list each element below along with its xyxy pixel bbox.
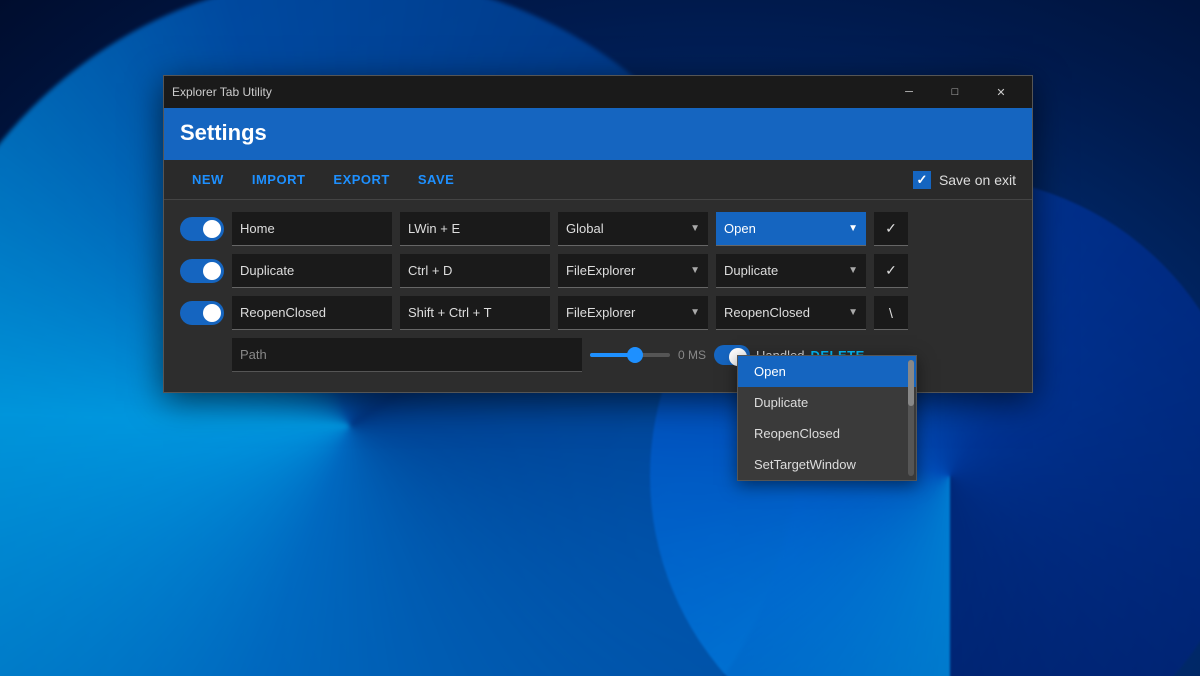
scope-value-1: FileExplorer (566, 263, 635, 278)
toggle-1[interactable] (180, 259, 224, 283)
title-bar: Explorer Tab Utility ─ □ ✕ (164, 76, 1032, 108)
action-dropdown-1[interactable]: Duplicate ▼ (716, 254, 866, 288)
chevron-down-icon: ▼ (848, 223, 858, 234)
save-on-exit-label: Save on exit (939, 172, 1016, 188)
dropdown-item-3[interactable]: SetTargetWindow (738, 449, 916, 480)
scope-value-2: FileExplorer (566, 305, 635, 320)
save-button[interactable]: SAVE (406, 168, 466, 191)
shortcut-row-1: FileExplorer ▼ Duplicate ▼ ✓ (180, 254, 1016, 288)
header-bar: Settings (164, 108, 1032, 160)
dropdown-item-0[interactable]: Open (738, 356, 916, 387)
name-field-1[interactable] (232, 254, 392, 288)
save-on-exit-checkbox[interactable] (913, 171, 931, 189)
window-title: Explorer Tab Utility (172, 85, 886, 99)
delay-slider[interactable] (590, 353, 670, 357)
action-dropdown-menu: Open Duplicate ReopenClosed SetTargetWin… (737, 355, 917, 481)
app-window: Explorer Tab Utility ─ □ ✕ Settings NEW … (163, 75, 1033, 393)
scope-dropdown-0[interactable]: Global ▼ (558, 212, 708, 246)
action-dropdown-0[interactable]: Open ▼ (716, 212, 866, 246)
save-on-exit-container: Save on exit (913, 171, 1016, 189)
path-input[interactable] (232, 338, 582, 372)
shortcut-row-2: FileExplorer ▼ ReopenClosed ▼ \ (180, 296, 1016, 330)
hotkey-field-1[interactable] (400, 254, 550, 288)
slider-fill (590, 353, 630, 357)
page-title: Settings (180, 120, 267, 145)
hotkey-field-2[interactable] (400, 296, 550, 330)
slider-thumb[interactable] (627, 347, 643, 363)
export-button[interactable]: EXPORT (321, 168, 401, 191)
chevron-down-icon: ▼ (690, 265, 700, 276)
scope-dropdown-1[interactable]: FileExplorer ▼ (558, 254, 708, 288)
action-value-1: Duplicate (724, 263, 778, 278)
verify-button-0[interactable]: ✓ (874, 212, 908, 246)
chevron-down-icon: ▼ (690, 307, 700, 318)
shortcut-row-0: Global ▼ Open ▼ ✓ (180, 212, 1016, 246)
content-area: Global ▼ Open ▼ ✓ FileExplorer ▼ Duplica… (164, 200, 1032, 392)
window-controls: ─ □ ✕ (886, 76, 1024, 108)
verify-button-1[interactable]: ✓ (874, 254, 908, 288)
minimize-button[interactable]: ─ (886, 76, 932, 108)
dropdown-scrollbar (908, 360, 914, 476)
maximize-button[interactable]: □ (932, 76, 978, 108)
action-extra-button-2[interactable]: \ (874, 296, 908, 330)
toolbar: NEW IMPORT EXPORT SAVE Save on exit (164, 160, 1032, 200)
delay-label: 0 MS (678, 348, 706, 362)
toggle-2[interactable] (180, 301, 224, 325)
chevron-down-icon: ▼ (848, 265, 858, 276)
close-button[interactable]: ✕ (978, 76, 1024, 108)
action-value-2: ReopenClosed (724, 305, 810, 320)
name-field-0[interactable] (232, 212, 392, 246)
chevron-down-icon: ▼ (690, 223, 700, 234)
action-value-0: Open (724, 221, 756, 236)
chevron-down-icon: ▼ (848, 307, 858, 318)
scope-value-0: Global (566, 221, 604, 236)
dropdown-item-2[interactable]: ReopenClosed (738, 418, 916, 449)
scope-dropdown-2[interactable]: FileExplorer ▼ (558, 296, 708, 330)
new-button[interactable]: NEW (180, 168, 236, 191)
dropdown-item-1[interactable]: Duplicate (738, 387, 916, 418)
name-field-2[interactable] (232, 296, 392, 330)
toggle-0[interactable] (180, 217, 224, 241)
import-button[interactable]: IMPORT (240, 168, 318, 191)
scrollbar-thumb (908, 360, 914, 406)
hotkey-field-0[interactable] (400, 212, 550, 246)
action-dropdown-2[interactable]: ReopenClosed ▼ (716, 296, 866, 330)
